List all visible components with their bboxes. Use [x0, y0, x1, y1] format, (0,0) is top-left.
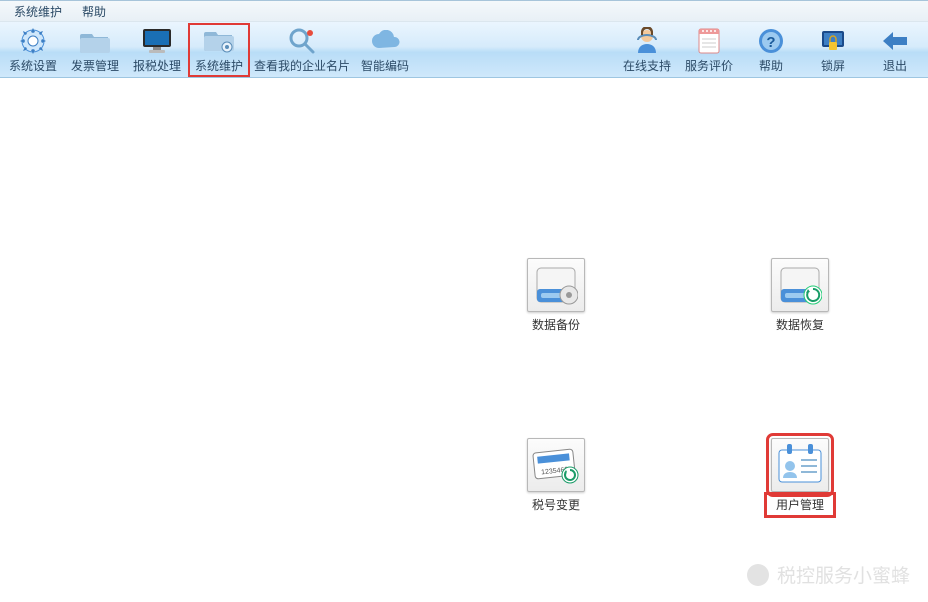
tax-number-change-card[interactable]: 1235468 税号变更 [524, 438, 588, 513]
data-backup-tile [527, 258, 585, 312]
help-label: 帮助 [759, 57, 783, 74]
folder-icon [80, 26, 110, 56]
wechat-icon [747, 564, 769, 586]
help-icon: ? [758, 26, 784, 56]
menu-help[interactable]: 帮助 [72, 1, 116, 22]
online-support-label: 在线支持 [623, 57, 671, 74]
help-button[interactable]: ? 帮助 [740, 23, 802, 77]
monitor-icon [142, 26, 172, 56]
cloud-icon [370, 26, 400, 56]
system-maintenance-button[interactable]: 系统维护 [188, 23, 250, 77]
support-person-icon [634, 26, 660, 56]
data-backup-label: 数据备份 [524, 316, 588, 333]
invoice-management-label: 发票管理 [71, 57, 119, 74]
menubar: 系统维护 帮助 [0, 0, 928, 22]
smart-coding-label: 智能编码 [361, 57, 409, 74]
invoice-management-button[interactable]: 发票管理 [64, 23, 126, 77]
search-icon [288, 26, 316, 56]
lock-screen-label: 锁屏 [821, 57, 845, 74]
exit-label: 退出 [883, 57, 907, 74]
data-backup-card[interactable]: 数据备份 [524, 258, 588, 333]
tax-number-change-label: 税号变更 [524, 496, 588, 513]
data-restore-tile [771, 258, 829, 312]
online-support-button[interactable]: 在线支持 [616, 23, 678, 77]
gear-icon [19, 26, 47, 56]
system-settings-button[interactable]: 系统设置 [2, 23, 64, 77]
notepad-icon [697, 26, 721, 56]
tax-report-button[interactable]: 报税处理 [126, 23, 188, 77]
content-area: 数据备份 数据恢复 1235468 税号变更 [0, 78, 928, 602]
toolbar: 系统设置 发票管理 报税处理 [0, 22, 928, 78]
view-business-card-button[interactable]: 查看我的企业名片 [250, 23, 354, 77]
user-management-card[interactable]: 用户管理 [768, 438, 832, 514]
tax-number-change-tile: 1235468 [527, 438, 585, 492]
service-rating-label: 服务评价 [685, 57, 733, 74]
data-restore-card[interactable]: 数据恢复 [768, 258, 832, 333]
watermark-text: 税控服务小蜜蜂 [777, 561, 910, 588]
exit-button[interactable]: 退出 [864, 23, 926, 77]
card-refresh-icon: 1235468 [532, 445, 580, 485]
service-rating-button[interactable]: 服务评价 [678, 23, 740, 77]
watermark: 税控服务小蜜蜂 [747, 561, 910, 588]
system-settings-label: 系统设置 [9, 57, 57, 74]
drive-refresh-icon [778, 265, 822, 305]
drive-gear-icon [534, 265, 578, 305]
lock-icon [820, 26, 846, 56]
system-maintenance-label: 系统维护 [195, 57, 243, 74]
lock-screen-button[interactable]: 锁屏 [802, 23, 864, 77]
smart-coding-button[interactable]: 智能编码 [354, 23, 416, 77]
view-business-card-label: 查看我的企业名片 [254, 57, 350, 74]
user-management-label: 用户管理 [768, 496, 832, 514]
menu-system-maintenance[interactable]: 系统维护 [4, 1, 72, 22]
svg-text:?: ? [766, 34, 775, 51]
folder-gear-icon [204, 26, 234, 56]
data-restore-label: 数据恢复 [768, 316, 832, 333]
back-arrow-icon [881, 26, 909, 56]
user-management-tile [771, 438, 829, 492]
tax-report-label: 报税处理 [133, 57, 181, 74]
user-card-icon [777, 444, 823, 486]
